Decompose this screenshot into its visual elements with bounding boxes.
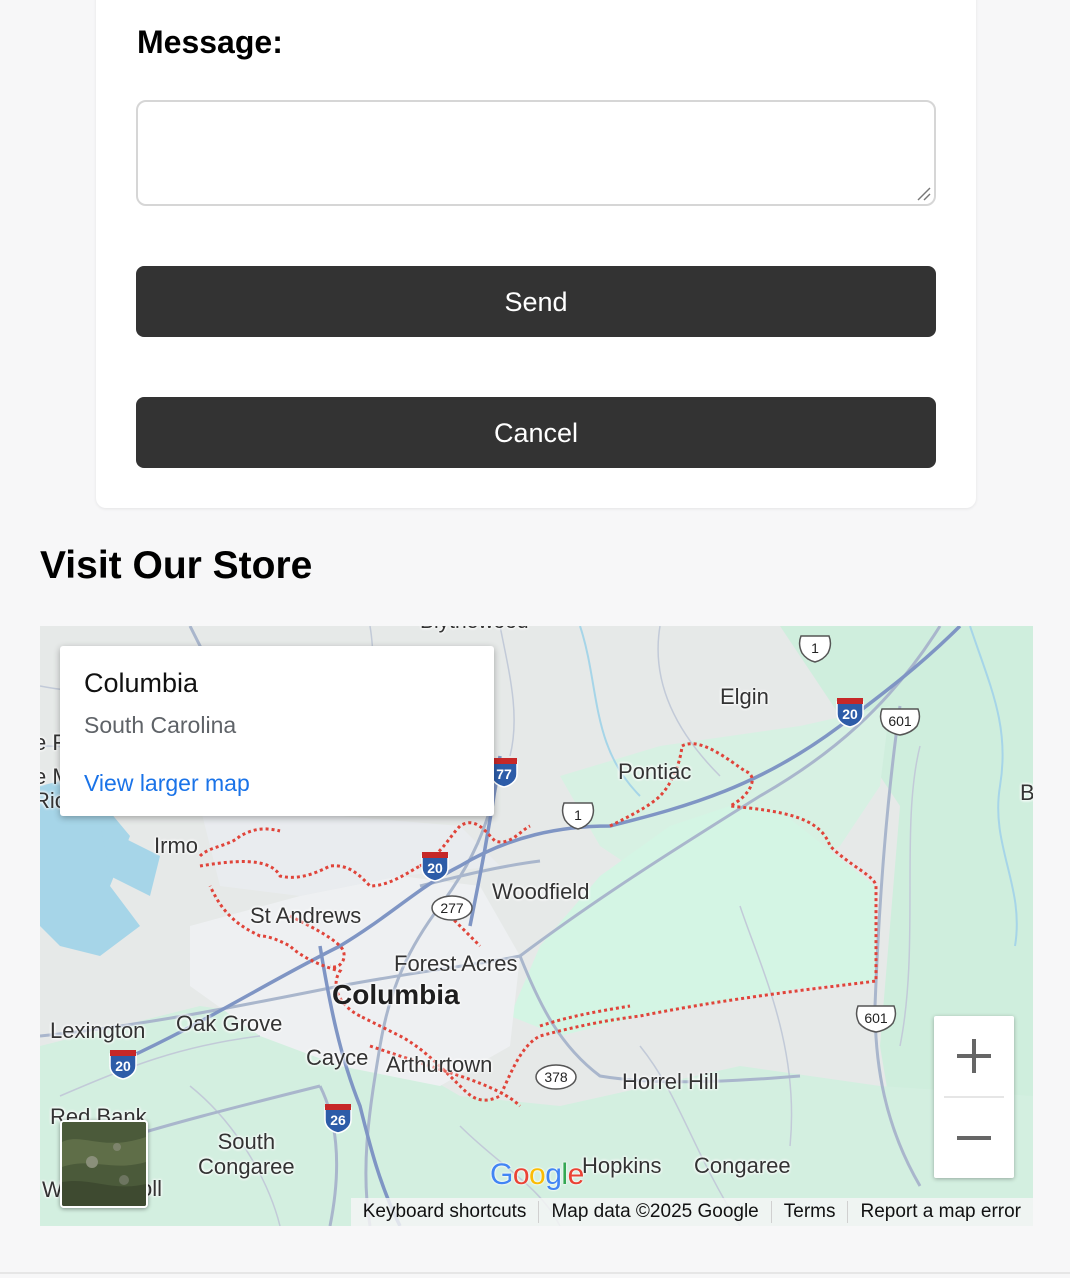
map-attribution-bar: Keyboard shortcuts Map data ©2025 Google… — [350, 1198, 1033, 1226]
svg-text:601: 601 — [888, 713, 912, 729]
map-data-credit: Map data ©2025 Google — [538, 1201, 770, 1223]
keyboard-shortcuts-link[interactable]: Keyboard shortcuts — [351, 1201, 539, 1223]
map-label-edge-b: B — [1020, 780, 1033, 805]
svg-text:1: 1 — [574, 807, 582, 823]
interstate-20-shield-icon: 20 — [421, 852, 449, 882]
us-1-shield-south-icon: 1 — [561, 802, 595, 830]
svg-text:77: 77 — [496, 766, 512, 782]
satellite-thumbnail-icon — [62, 1122, 146, 1206]
interstate-20-shield-east-icon: 20 — [836, 698, 864, 728]
interstate-26-shield-icon: 26 — [324, 1104, 352, 1134]
minus-icon — [957, 1136, 991, 1140]
map-label-hopkins: Hopkins — [582, 1153, 662, 1178]
send-button[interactable]: Send — [136, 266, 936, 337]
cancel-button[interactable]: Cancel — [136, 397, 936, 468]
zoom-out-button[interactable] — [934, 1098, 1014, 1178]
svg-text:20: 20 — [842, 706, 858, 722]
map-label-blythewood: Blythewood — [420, 626, 529, 634]
map-label-st-andrews: St Andrews — [250, 903, 362, 928]
terms-link[interactable]: Terms — [770, 1201, 848, 1223]
route-378-shield-icon: 378 — [535, 1064, 577, 1090]
map-label-south-congaree: South Congaree — [198, 1129, 295, 1179]
map-label-oak-grove: Oak Grove — [176, 1011, 283, 1036]
info-window-title: Columbia — [84, 668, 199, 698]
satellite-view-toggle[interactable] — [60, 1120, 148, 1208]
visit-store-heading: Visit Our Store — [40, 544, 313, 587]
map-label-lexington: Lexington — [50, 1018, 146, 1043]
svg-text:277: 277 — [440, 900, 464, 916]
message-label: Message: — [137, 24, 283, 60]
view-larger-map-link[interactable]: View larger map — [84, 770, 250, 797]
page-bottom-divider — [0, 1272, 1070, 1274]
map-label-woodfield: Woodfield — [492, 879, 590, 904]
interstate-20-shield-west-icon: 20 — [109, 1050, 137, 1080]
map-info-window: Columbia South Carolina View larger map — [60, 646, 494, 816]
plus-icon — [957, 1039, 991, 1073]
svg-text:20: 20 — [427, 860, 443, 876]
svg-text:26: 26 — [330, 1112, 346, 1128]
map-label-irmo: Irmo — [154, 833, 198, 858]
route-277-shield-icon: 277 — [431, 895, 473, 921]
map-label-cayce: Cayce — [306, 1045, 369, 1070]
resize-grip-icon[interactable] — [914, 184, 932, 202]
svg-text:20: 20 — [115, 1058, 131, 1074]
info-window-subtitle: South Carolina — [84, 712, 237, 738]
map-label-arthurtown: Arthurtown — [386, 1052, 493, 1077]
zoom-controls — [934, 1016, 1014, 1178]
report-map-error-link[interactable]: Report a map error — [847, 1201, 1033, 1223]
map-label-elgin: Elgin — [720, 684, 769, 709]
map-label-horrel-hill: Horrel Hill — [622, 1069, 719, 1094]
map-label-columbia: Columbia — [332, 979, 460, 1010]
map-label-congaree: Congaree — [694, 1153, 791, 1178]
map-label-forest-acres: Forest Acres — [394, 951, 518, 976]
google-logo: Google — [490, 1158, 584, 1191]
svg-text:1: 1 — [811, 640, 819, 656]
zoom-in-button[interactable] — [934, 1016, 1014, 1096]
store-map[interactable]: Blythewood Elgin Pontiac B e F e M Ric I… — [40, 626, 1033, 1226]
us-1-shield-icon: 1 — [798, 635, 832, 663]
us-601-shield-south-icon: 601 — [855, 1005, 897, 1033]
svg-text:378: 378 — [544, 1069, 568, 1085]
svg-text:601: 601 — [864, 1010, 888, 1026]
message-textarea[interactable] — [136, 100, 936, 206]
us-601-shield-icon: 601 — [879, 708, 921, 736]
map-label-pontiac: Pontiac — [618, 759, 692, 784]
